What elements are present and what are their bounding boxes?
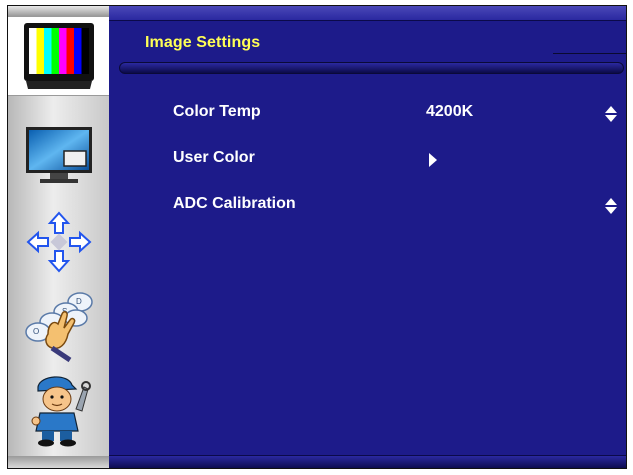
sidebar-bottom-cap <box>8 456 109 468</box>
color-temp-value[interactable]: 4200K <box>426 103 473 121</box>
submenu-arrow-icon[interactable] <box>428 153 438 167</box>
osd-menu-window: D S O <box>7 5 627 469</box>
keypad-hand-icon: D S O <box>24 292 93 363</box>
menu-row-label: User Color <box>173 149 255 166</box>
updown-arrows-icon[interactable] <box>605 198 617 214</box>
svg-text:O: O <box>33 327 39 336</box>
sidebar-item-service[interactable] <box>8 368 109 448</box>
sidebar-item-keypad[interactable]: D S O <box>8 284 109 364</box>
menu-row-label: ADC Calibration <box>173 195 296 212</box>
menu-row-label: Color Temp <box>173 103 261 120</box>
sidebar-item-pip[interactable] <box>8 116 109 196</box>
panel-top-bar <box>109 6 626 21</box>
sidebar-top-cap <box>8 6 109 16</box>
menu-row-user-color[interactable]: User Color <box>109 144 626 174</box>
page-title: Image Settings <box>145 34 261 51</box>
sidebar-item-position[interactable] <box>8 202 109 282</box>
title-separator-bar <box>119 62 624 74</box>
technician-icon <box>31 376 91 447</box>
sidebar: D S O <box>8 6 109 468</box>
title-rule <box>553 53 626 54</box>
color-bars-monitor-icon <box>23 23 94 89</box>
updown-arrows-icon[interactable] <box>605 106 617 122</box>
position-arrows-icon <box>26 211 91 273</box>
svg-text:D: D <box>76 297 82 306</box>
menu-row-color-temp[interactable]: Color Temp 4200K <box>109 98 626 128</box>
menu-row-adc-calibration[interactable]: ADC Calibration <box>109 190 626 220</box>
sidebar-item-image-settings[interactable] <box>8 16 109 96</box>
panel-bottom-bar <box>109 455 626 468</box>
menu-panel: Image Settings Color Temp 4200K User Col… <box>109 6 626 468</box>
picture-in-picture-monitor-icon <box>25 127 92 183</box>
